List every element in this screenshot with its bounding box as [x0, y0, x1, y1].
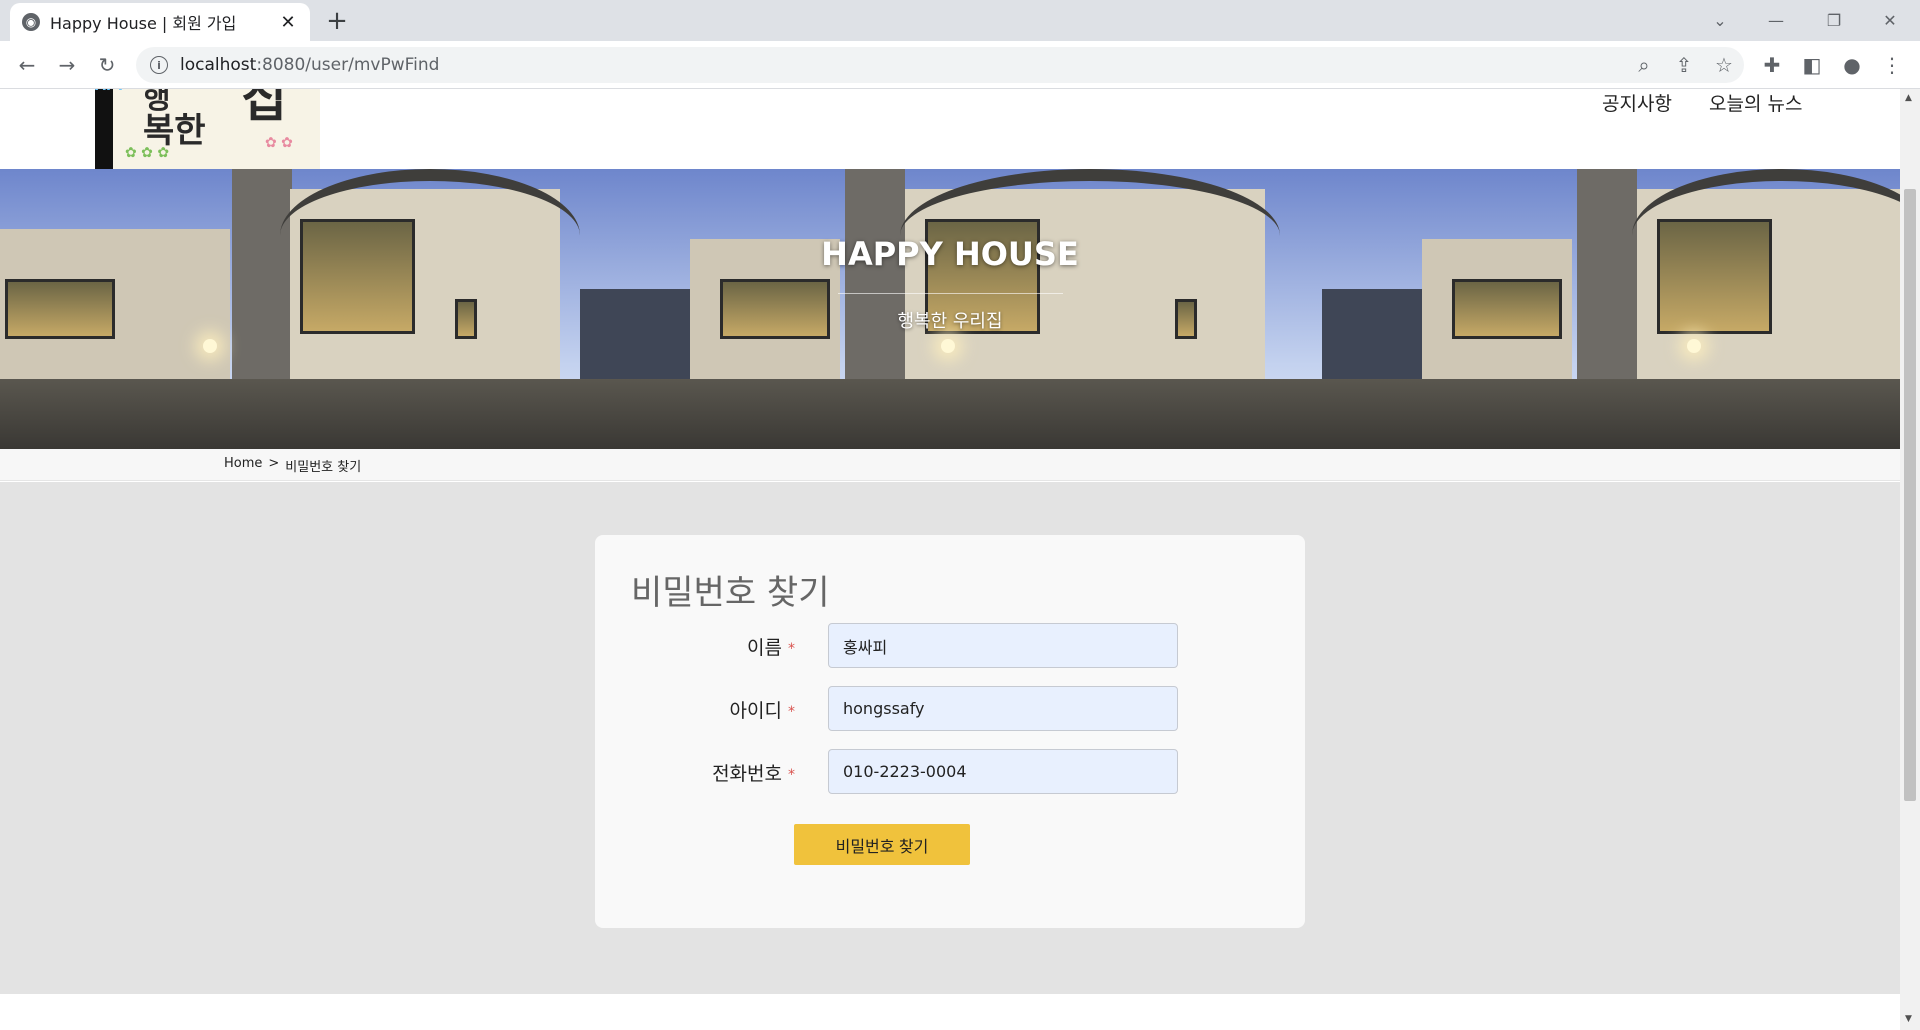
phone-label: 전화번호 *	[712, 763, 795, 785]
reload-icon[interactable]: ↻	[93, 51, 121, 79]
site-info-icon[interactable]: i	[150, 56, 168, 74]
page-viewport: AFY 행 복한 집 ✿ ✿ ✿ ✿ ✿ 공지사항 오늘의 뉴스	[0, 89, 1900, 1030]
breadcrumb-home[interactable]: Home	[224, 456, 262, 475]
scroll-down-icon[interactable]: ▼	[1905, 1014, 1912, 1024]
breadcrumb-current: 비밀번호 찾기	[285, 460, 362, 475]
main-content: 비밀번호 찾기 이름 * 홍싸피 아이디 * hongssafy 전화번호 * 010…	[0, 482, 1900, 994]
password-find-card: 비밀번호 찾기 이름 * 홍싸피 아이디 * hongssafy 전화번호 * 010…	[595, 535, 1305, 928]
globe-icon: ◉	[22, 13, 40, 31]
forward-icon[interactable]: →	[53, 51, 81, 79]
phone-input[interactable]: 010-2223-0004	[828, 749, 1178, 794]
scrollbar-thumb[interactable]	[1904, 189, 1916, 801]
name-input[interactable]: 홍싸피	[828, 623, 1178, 668]
minimize-icon[interactable]: —	[1756, 0, 1796, 41]
hero-subtitle: 행복한 우리집	[897, 311, 1003, 332]
restore-icon[interactable]: ❐	[1814, 0, 1854, 41]
nav-notice[interactable]: 공지사항	[1602, 89, 1672, 116]
logo-flower-icon: ✿ ✿	[265, 135, 293, 151]
close-window-icon[interactable]: ✕	[1870, 0, 1910, 41]
browser-tab[interactable]: ◉ Happy House | 회원 가입 ✕	[10, 3, 310, 41]
breadcrumb: Home > 비밀번호 찾기	[224, 456, 361, 475]
profile-avatar-icon[interactable]: ●	[1838, 51, 1866, 79]
browser-toolbar: ← → ↻ i localhost:8080/user/mvPwFind ⌕ ⇪…	[0, 41, 1920, 89]
tab-search-icon[interactable]: ⌄	[1700, 0, 1740, 41]
name-label: 이름 *	[747, 637, 795, 659]
close-tab-icon[interactable]: ✕	[278, 12, 298, 33]
bookmark-star-icon[interactable]: ☆	[1710, 51, 1738, 79]
scroll-up-icon[interactable]: ▲	[1905, 93, 1912, 103]
page-scrollbar[interactable]: ▲ ▼	[1900, 89, 1920, 1030]
phone-field-row: 전화번호 * 010-2223-0004	[595, 749, 1305, 795]
nav-news[interactable]: 오늘의 뉴스	[1709, 89, 1802, 116]
breadcrumb-separator: >	[268, 456, 280, 471]
required-mark: *	[788, 640, 795, 657]
id-input[interactable]: hongssafy	[828, 686, 1178, 731]
zoom-icon[interactable]: ⌕	[1630, 51, 1658, 79]
tab-title: Happy House | 회원 가입	[50, 14, 237, 33]
site-logo[interactable]: AFY 행 복한 집 ✿ ✿ ✿ ✿ ✿	[95, 89, 320, 169]
url-text[interactable]: localhost:8080/user/mvPwFind	[180, 55, 439, 75]
back-icon[interactable]: ←	[13, 51, 41, 79]
logo-sprout-icon: ✿ ✿ ✿	[125, 145, 170, 161]
find-password-button[interactable]: 비밀번호 찾기	[794, 824, 970, 865]
hero-text: HAPPY HOUSE 행복한 우리집	[0, 169, 1900, 449]
extensions-icon[interactable]: ✚	[1758, 51, 1786, 79]
address-bar[interactable]: i localhost:8080/user/mvPwFind	[136, 47, 1744, 83]
share-icon[interactable]: ⇪	[1670, 51, 1698, 79]
menu-kebab-icon[interactable]: ⋮	[1878, 51, 1906, 79]
required-mark: *	[788, 766, 795, 783]
browser-tab-strip: ◉ Happy House | 회원 가입 ✕ + ⌄ — ❐ ✕	[0, 0, 1920, 41]
footer	[0, 994, 1900, 1030]
hero-banner: HAPPY HOUSE 행복한 우리집	[0, 169, 1900, 449]
id-label: 아이디 *	[729, 700, 795, 722]
hero-title: HAPPY HOUSE	[821, 235, 1079, 273]
required-mark: *	[788, 703, 795, 720]
site-header: AFY 행 복한 집 ✿ ✿ ✿ ✿ ✿ 공지사항 오늘의 뉴스	[0, 89, 1900, 169]
breadcrumb-bar: Home > 비밀번호 찾기	[0, 449, 1900, 481]
logo-strip: AFY	[95, 89, 126, 169]
id-field-row: 아이디 * hongssafy	[595, 686, 1305, 732]
page-title: 비밀번호 찾기	[631, 573, 830, 613]
hero-divider	[838, 293, 1063, 294]
side-panel-icon[interactable]: ◧	[1798, 51, 1826, 79]
name-field-row: 이름 * 홍싸피	[595, 623, 1305, 669]
new-tab-button[interactable]: +	[322, 6, 352, 36]
